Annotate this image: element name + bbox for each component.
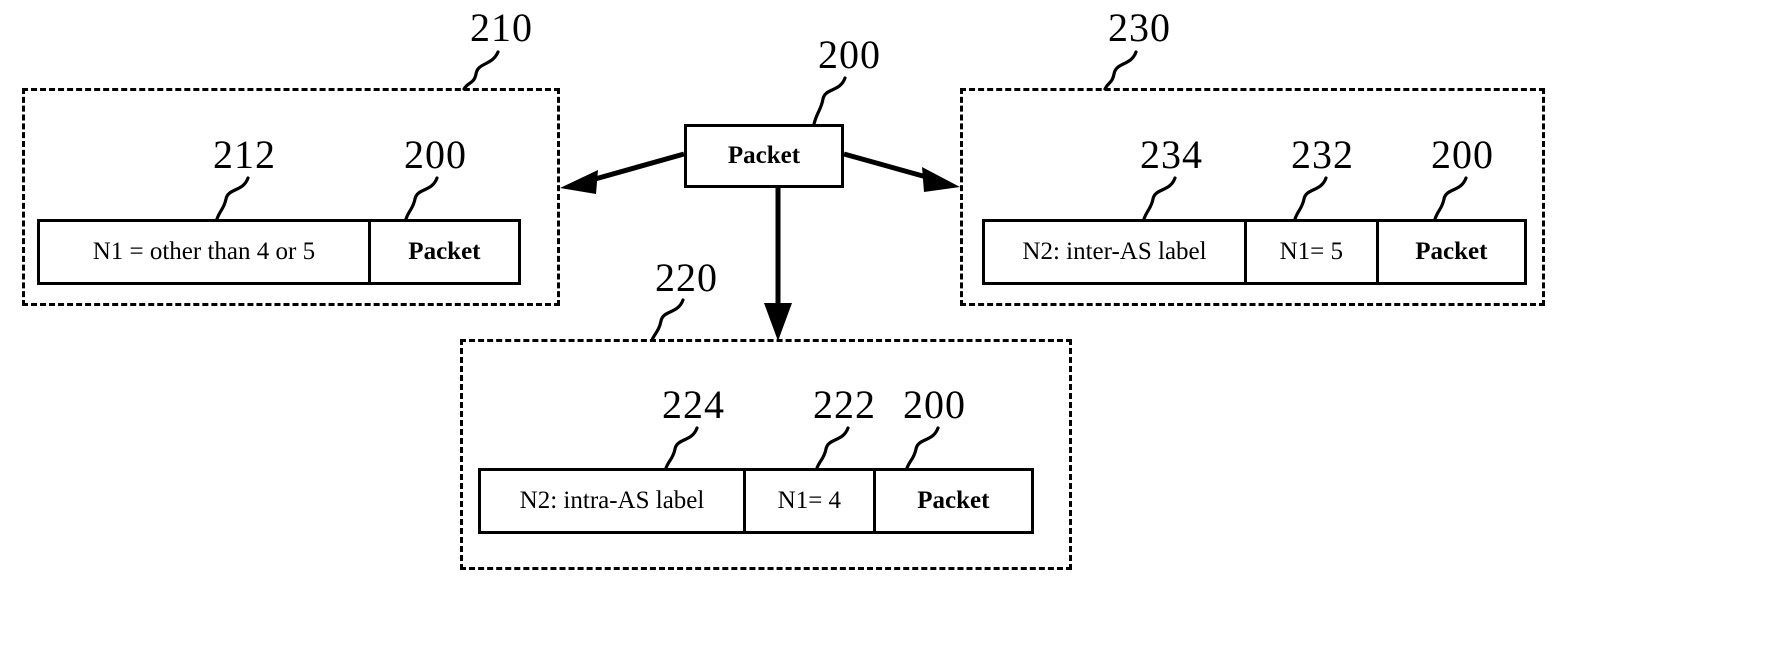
arrowhead-right xyxy=(922,167,960,192)
field-232-n1-5: N1= 5 xyxy=(1244,222,1376,282)
ref-numeral-200-center: 200 xyxy=(818,32,881,77)
ref-numeral-200-right: 200 xyxy=(1431,132,1494,177)
ref-numeral-222: 222 xyxy=(813,382,876,427)
source-packet-node: Packet xyxy=(684,124,844,188)
figure-canvas: 210 212 200 N1 = other than 4 or 5 Packe… xyxy=(0,0,1769,660)
packet-strip-230: N2: inter-AS label N1= 5 Packet xyxy=(982,219,1527,285)
ref-numeral-224: 224 xyxy=(662,382,725,427)
packet-strip-220: N2: intra-AS label N1= 4 Packet xyxy=(478,468,1034,534)
leader-line-230 xyxy=(1103,50,1138,91)
leader-line-200-center xyxy=(812,76,847,126)
field-200-packet-right: Packet xyxy=(1375,222,1524,282)
ref-numeral-210: 210 xyxy=(470,5,533,50)
leader-line-210 xyxy=(462,50,500,91)
field-212-n1-other: N1 = other than 4 or 5 xyxy=(92,238,316,265)
field-200-packet-bottom: Packet xyxy=(872,471,1031,531)
packet-strip-210: N1 = other than 4 or 5 Packet xyxy=(37,219,521,285)
field-200-packet-left: Packet xyxy=(367,222,518,282)
group-box-220 xyxy=(460,339,1072,570)
connector-to-right-group xyxy=(843,151,931,181)
ref-numeral-200-left: 200 xyxy=(404,132,467,177)
ref-numeral-200-bottom: 200 xyxy=(903,382,966,427)
leader-line-220 xyxy=(650,298,685,342)
field-224-n2-intra-as-label: N2: intra-AS label xyxy=(519,487,705,514)
ref-numeral-234: 234 xyxy=(1140,132,1203,177)
ref-numeral-212: 212 xyxy=(213,132,276,177)
arrowhead-left xyxy=(560,170,598,194)
ref-numeral-220: 220 xyxy=(655,255,718,300)
ref-numeral-232: 232 xyxy=(1291,132,1354,177)
field-234-n2-inter-as-label: N2: inter-AS label xyxy=(1022,238,1207,265)
connector-to-left-group xyxy=(587,151,685,184)
field-222-n1-4: N1= 4 xyxy=(743,471,873,531)
ref-numeral-230: 230 xyxy=(1108,5,1171,50)
arrowhead-down xyxy=(764,303,792,341)
